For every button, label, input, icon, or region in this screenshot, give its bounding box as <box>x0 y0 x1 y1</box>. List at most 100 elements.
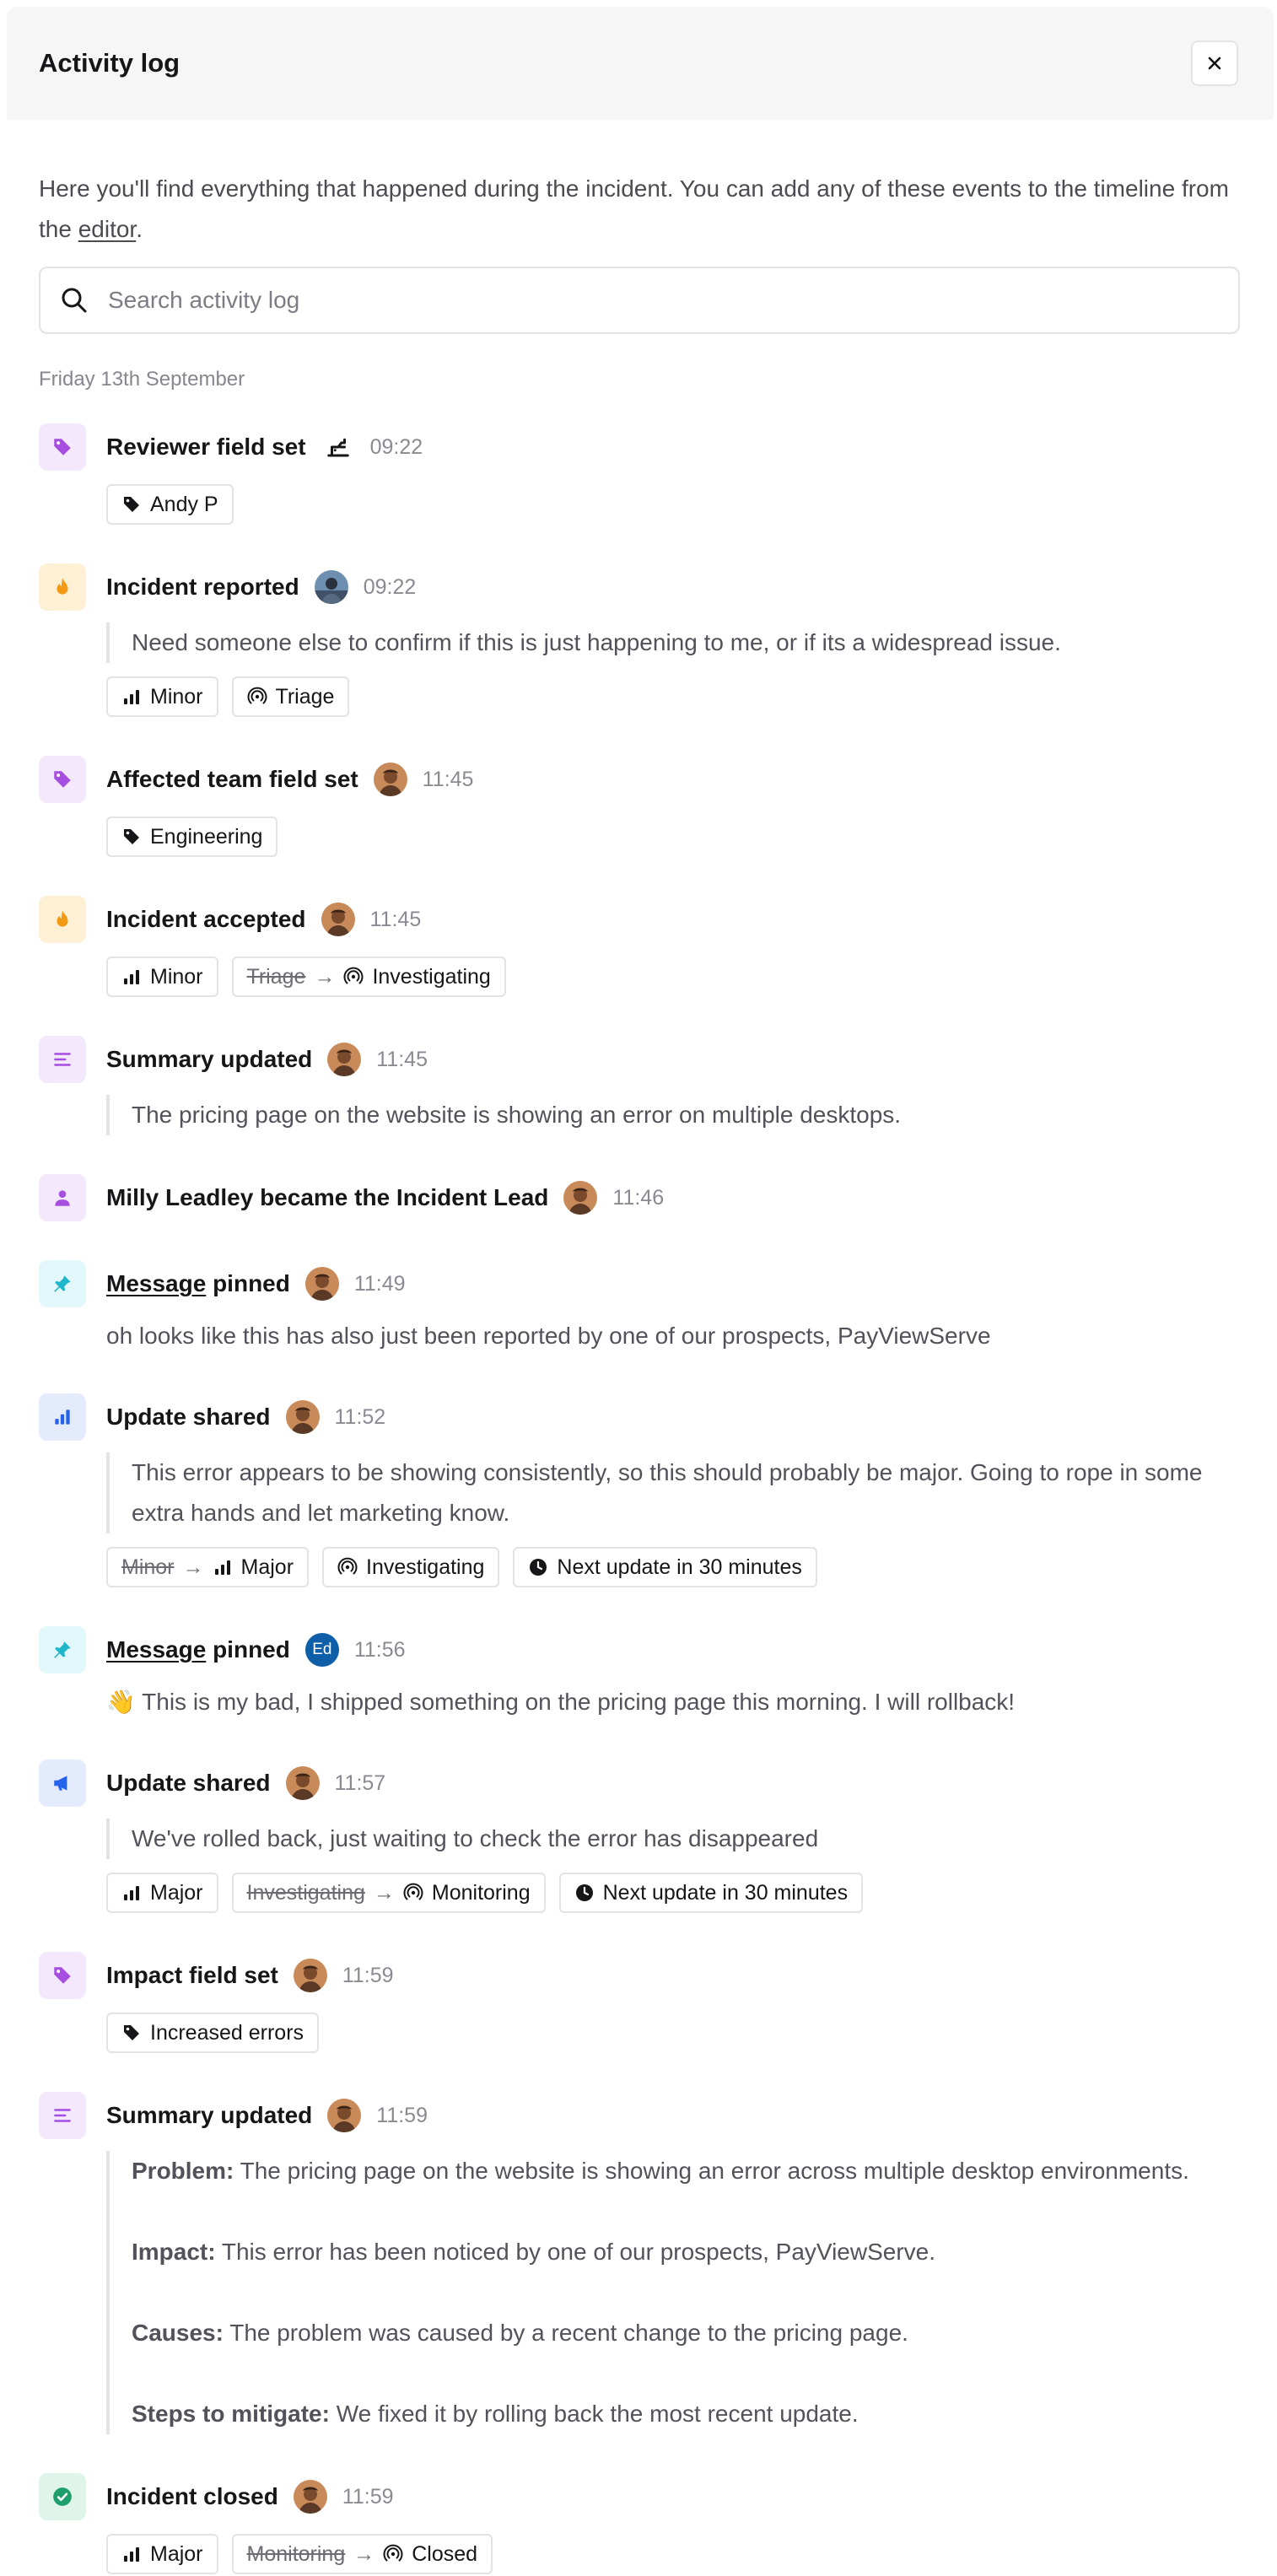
summary-section: Problem: The pricing page on the website… <box>132 2151 1240 2191</box>
tag-icon <box>54 1967 71 1984</box>
event-quote: The pricing page on the website is showi… <box>106 1095 1240 1135</box>
summary-text: The problem was caused by a recent chang… <box>223 2320 908 2346</box>
previous-value: Investigating <box>246 1880 365 1905</box>
event-chip[interactable]: Minor <box>106 957 218 997</box>
event-header: Impact field set 11:59 <box>106 1952 1240 1999</box>
event-type-icon <box>39 2092 86 2139</box>
event-title-text: Incident accepted <box>106 906 306 932</box>
tag-icon <box>124 2025 139 2040</box>
activity-event: Impact field set 11:59 Increased errors <box>39 1952 1240 2053</box>
event-chip[interactable]: Next update in 30 minutes <box>558 1873 864 1913</box>
activity-event: Message pinned 11:49 oh looks like this … <box>39 1260 1240 1355</box>
event-header: Incident accepted 11:45 <box>106 896 1240 943</box>
user-avatar <box>285 1400 320 1434</box>
message-link[interactable]: Message <box>106 1636 206 1663</box>
person-icon <box>55 1190 70 1206</box>
event-time: 11:52 <box>334 1404 386 1429</box>
event-chips: Major Investigating → Monitoring Next update… <box>106 1873 1240 1913</box>
search-icon <box>62 288 87 313</box>
event-type-icon <box>39 896 86 943</box>
panel-header: Activity log <box>7 7 1274 120</box>
summary-text: We fixed it by rolling back the most rec… <box>329 2401 859 2427</box>
editor-link[interactable]: editor <box>78 216 137 242</box>
status-icon <box>403 1883 423 1900</box>
flame-icon <box>57 910 68 927</box>
event-chip[interactable]: Investigating <box>322 1547 500 1587</box>
close-icon <box>1208 57 1221 70</box>
event-header: Milly Leadley became the Incident Lead 1… <box>106 1174 1240 1221</box>
event-title-text: Incident closed <box>106 2483 278 2509</box>
status-icon <box>337 1557 358 1575</box>
panel-content: Here you'll find everything that happene… <box>39 120 1240 2576</box>
pin-icon <box>54 1275 71 1292</box>
event-title: Impact field set <box>106 1962 278 1989</box>
event-chip[interactable]: Minor <box>106 676 218 717</box>
event-header: Summary updated 11:45 <box>106 1036 1240 1083</box>
event-time: 11:57 <box>334 1770 386 1795</box>
event-title-text: Update shared <box>106 1404 271 1430</box>
event-time: 11:45 <box>376 1047 428 1071</box>
event-title: Incident accepted <box>106 906 306 933</box>
event-chip[interactable]: Major <box>106 2534 218 2574</box>
summary-text: This error has been noticed by one of ou… <box>215 2239 936 2265</box>
tag-icon <box>54 771 71 788</box>
event-chip[interactable]: Triage → Investigating <box>231 957 506 997</box>
message-link[interactable]: Message <box>106 1270 206 1296</box>
event-chip[interactable]: Minor → Major <box>106 1547 310 1587</box>
event-chip[interactable]: Engineering <box>106 816 278 857</box>
event-chip[interactable]: Increased errors <box>106 2013 320 2053</box>
event-chips: Andy P <box>106 484 1240 525</box>
event-header: Update shared 11:52 <box>106 1393 1240 1441</box>
arrow-right-icon: → <box>373 1880 395 1905</box>
intro-text-after: . <box>136 216 143 242</box>
event-quote: This error appears to be showing consist… <box>106 1452 1240 1533</box>
text-lines-icon <box>54 2109 71 2122</box>
search-box[interactable] <box>39 267 1240 334</box>
close-button[interactable] <box>1191 40 1238 86</box>
event-title: Reviewer field set <box>106 434 306 461</box>
chip-label: Major <box>240 1555 294 1579</box>
event-time: 09:22 <box>369 434 423 459</box>
page-title: Activity log <box>39 48 181 78</box>
event-title: Message pinned <box>106 1270 290 1297</box>
event-chip[interactable]: Investigating → Monitoring <box>231 1873 546 1913</box>
event-title: Update shared <box>106 1770 271 1797</box>
summary-section: Steps to mitigate: We fixed it by rollin… <box>132 2394 1240 2434</box>
event-time: 11:45 <box>422 767 474 791</box>
summary-label: Problem: <box>132 2158 234 2184</box>
event-chip[interactable]: Triage <box>231 676 350 717</box>
event-header: Summary updated 11:59 <box>106 2092 1240 2139</box>
tag-icon <box>54 439 71 455</box>
event-type-icon <box>39 1174 86 1221</box>
event-title-text: Update shared <box>106 1770 271 1796</box>
activity-event: Incident closed 11:59 Major Monitoring → Cl… <box>39 2473 1240 2574</box>
search-input[interactable] <box>108 287 1188 314</box>
event-chips: Engineering <box>106 816 1240 857</box>
event-quote: We've rolled back, just waiting to check… <box>106 1819 1240 1859</box>
event-title-text: Reviewer field set <box>106 434 306 460</box>
user-avatar <box>304 1267 339 1301</box>
summary-block: Problem: The pricing page on the website… <box>106 2151 1240 2434</box>
activity-event: Incident accepted 11:45 Minor Triage → Inve… <box>39 896 1240 997</box>
chip-label: Minor <box>150 684 203 709</box>
summary-text: The pricing page on the website is showi… <box>234 2158 1189 2184</box>
event-type-icon <box>39 756 86 803</box>
date-heading: Friday 13th September <box>39 368 245 391</box>
activity-event: Update shared 11:57 We've rolled back, j… <box>39 1760 1240 1913</box>
chip-label: Investigating <box>372 964 491 989</box>
event-title: Affected team field set <box>106 766 358 793</box>
activity-event: Incident reported 09:22 Need someone els… <box>39 563 1240 717</box>
event-chip[interactable]: Andy P <box>106 484 234 525</box>
user-avatar <box>293 1959 327 1992</box>
chip-label: Next update in 30 minutes <box>557 1555 802 1579</box>
event-header: Incident closed 11:59 <box>106 2473 1240 2520</box>
activity-event: Milly Leadley became the Incident Lead 1… <box>39 1174 1240 1221</box>
event-chip[interactable]: Next update in 30 minutes <box>513 1547 817 1587</box>
severity-icon <box>214 1560 230 1575</box>
event-type-icon <box>39 423 86 471</box>
event-chip[interactable]: Major <box>106 1873 218 1913</box>
event-chip[interactable]: Monitoring → Closed <box>231 2534 493 2574</box>
summary-label: Causes: <box>132 2320 224 2346</box>
event-title-text: Impact field set <box>106 1962 278 1988</box>
event-title-text: Affected team field set <box>106 766 358 792</box>
